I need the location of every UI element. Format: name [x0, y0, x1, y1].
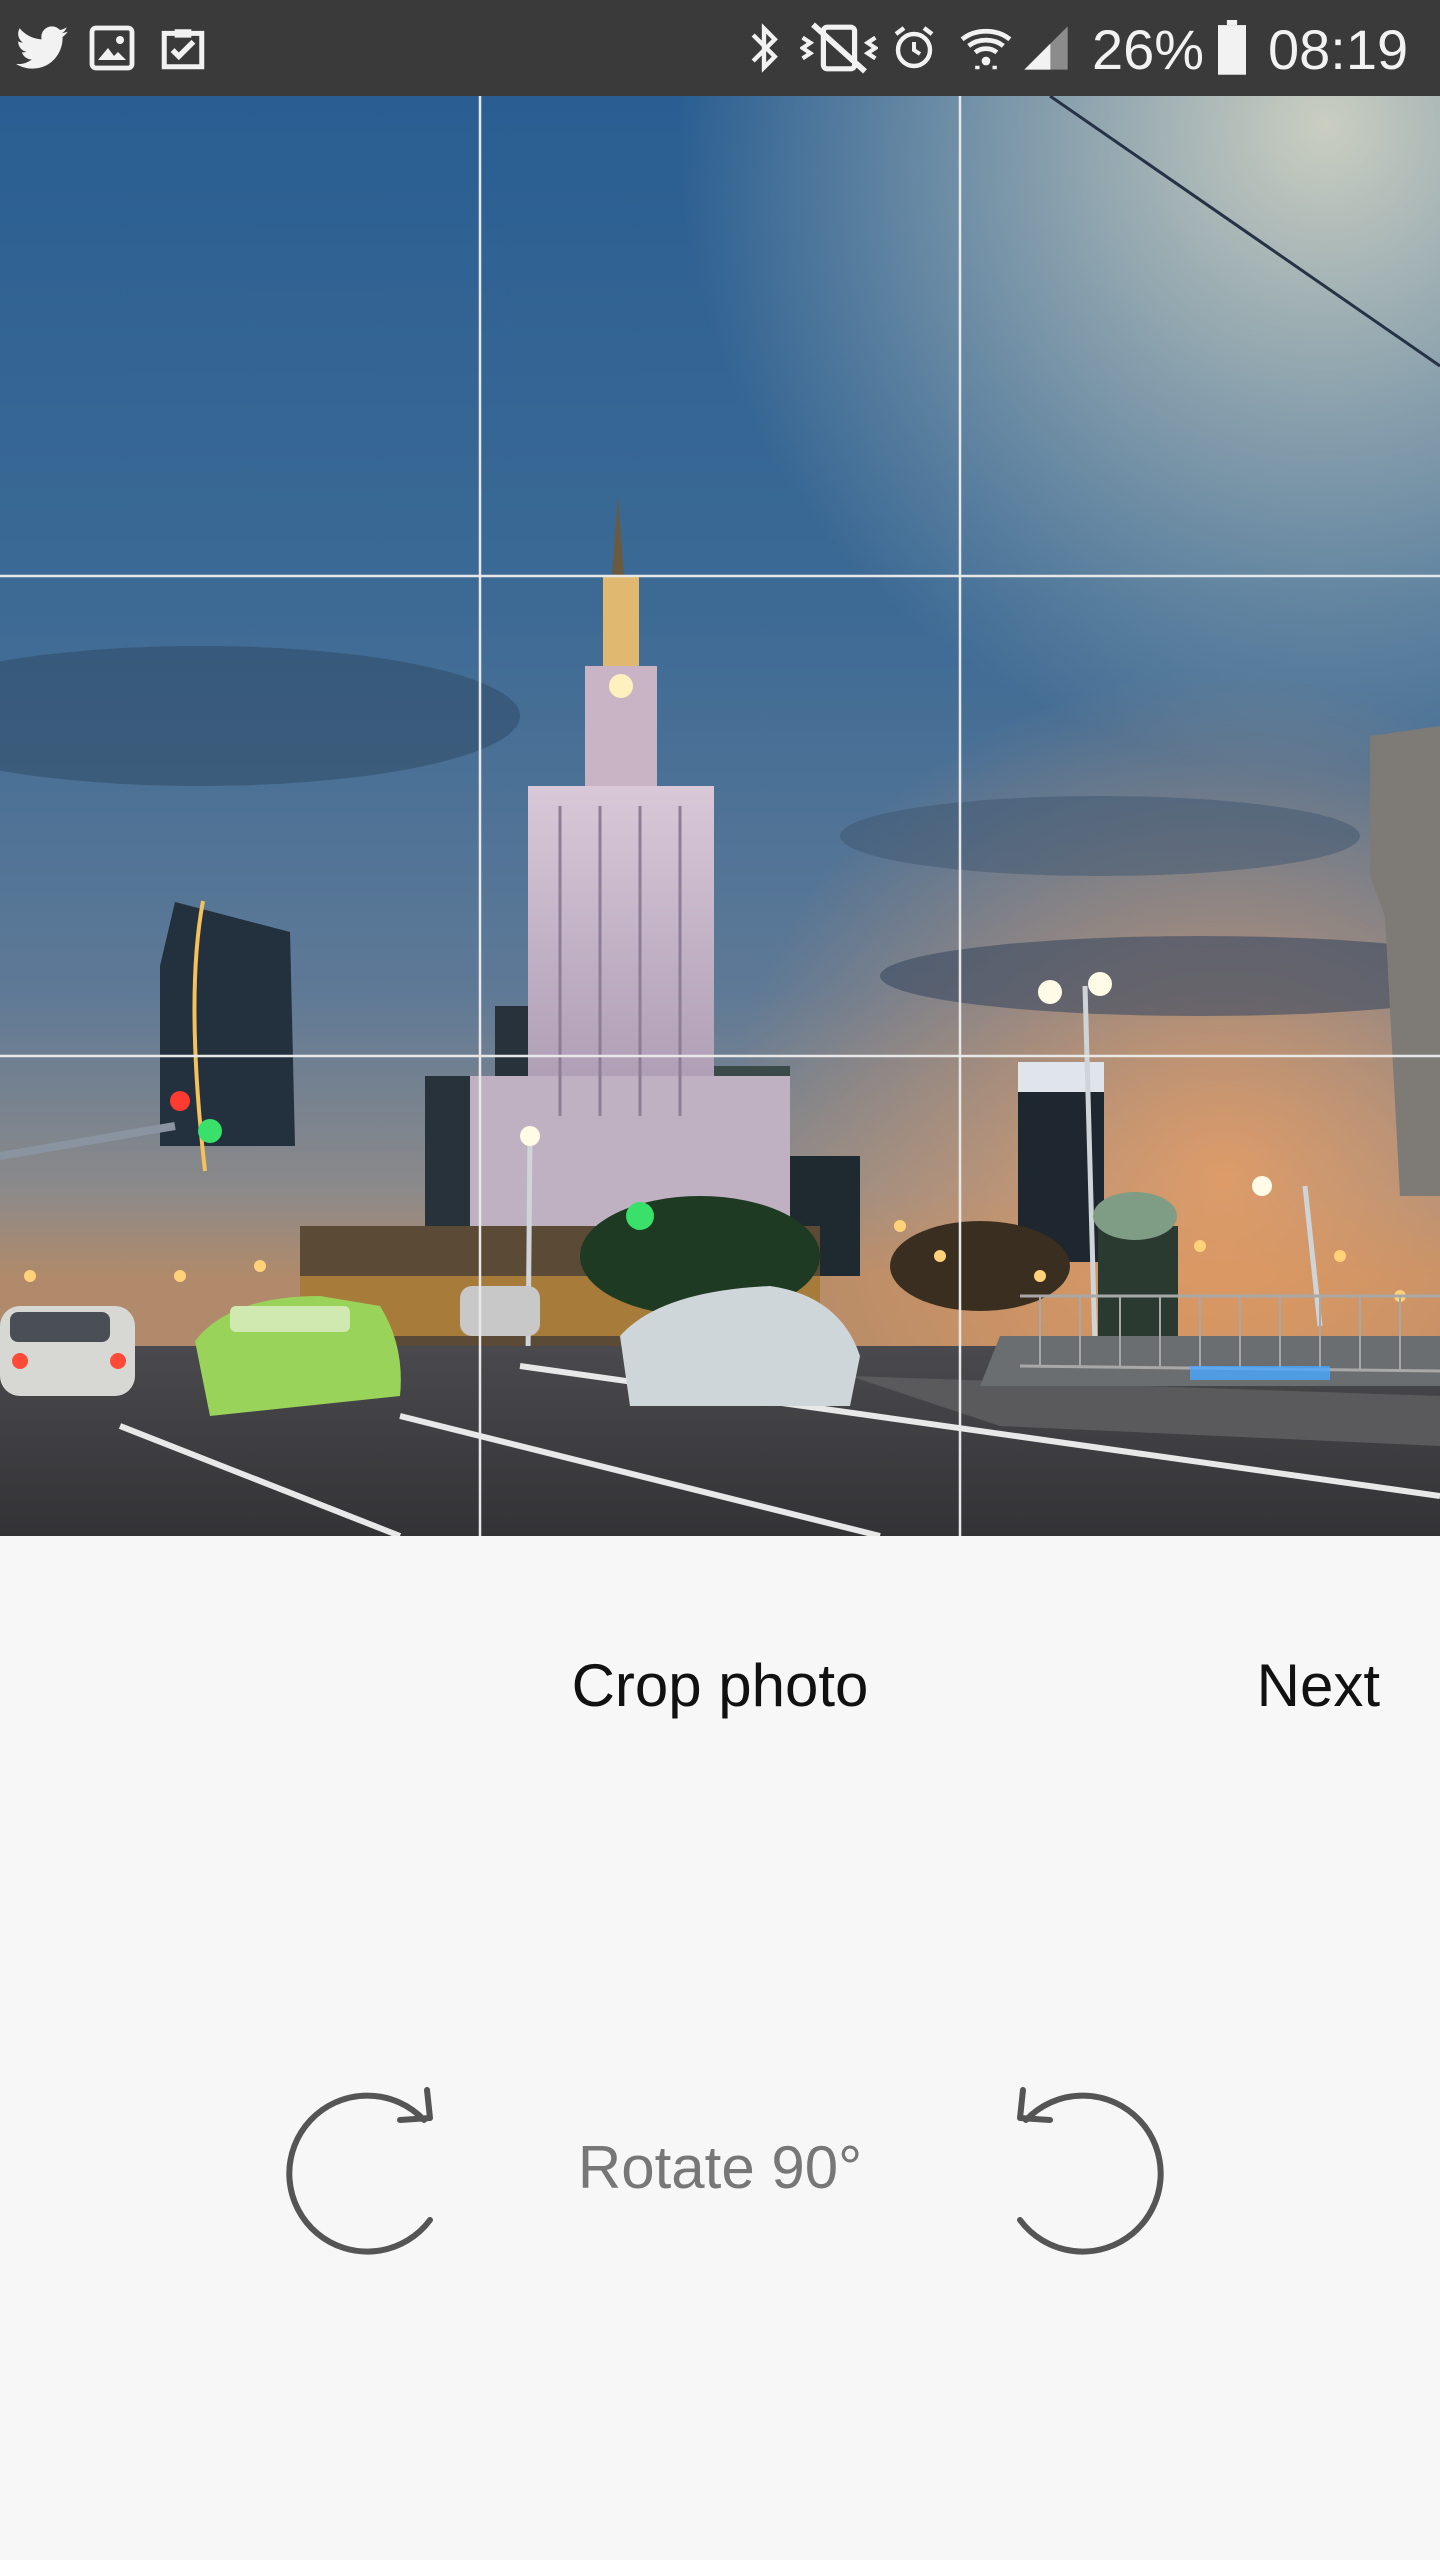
- rotate-label: Rotate 90°: [577, 2134, 863, 2201]
- rotate-counterclockwise-icon: [1017, 2087, 1164, 2255]
- vibrate-mute-icon: [800, 0, 878, 96]
- alarm-icon: [890, 0, 938, 96]
- rotate-clockwise-icon: [286, 2087, 433, 2255]
- gallery-icon: [88, 0, 136, 96]
- rotate-clockwise-button[interactable]: [282, 2070, 472, 2260]
- status-bar: 26% 08:19: [0, 0, 1440, 96]
- battery-percentage: 26%: [1092, 18, 1205, 81]
- city-night-photo: [0, 96, 1440, 1536]
- rotate-counterclockwise-button[interactable]: [978, 2070, 1168, 2260]
- signal-icon: [1020, 0, 1072, 96]
- twitter-icon: [16, 0, 68, 96]
- clock: 08:19: [1268, 18, 1409, 81]
- wifi-icon: [960, 0, 1012, 96]
- battery-icon: [1216, 0, 1248, 96]
- rotate-controls: Rotate 90°: [0, 2070, 1440, 2270]
- clipboard-check-icon: [158, 0, 208, 96]
- page-title: Crop photo: [571, 1652, 869, 1719]
- next-button[interactable]: Next: [1257, 1650, 1380, 1722]
- bluetooth-icon: [746, 0, 782, 96]
- crop-photo-area[interactable]: [0, 96, 1440, 1536]
